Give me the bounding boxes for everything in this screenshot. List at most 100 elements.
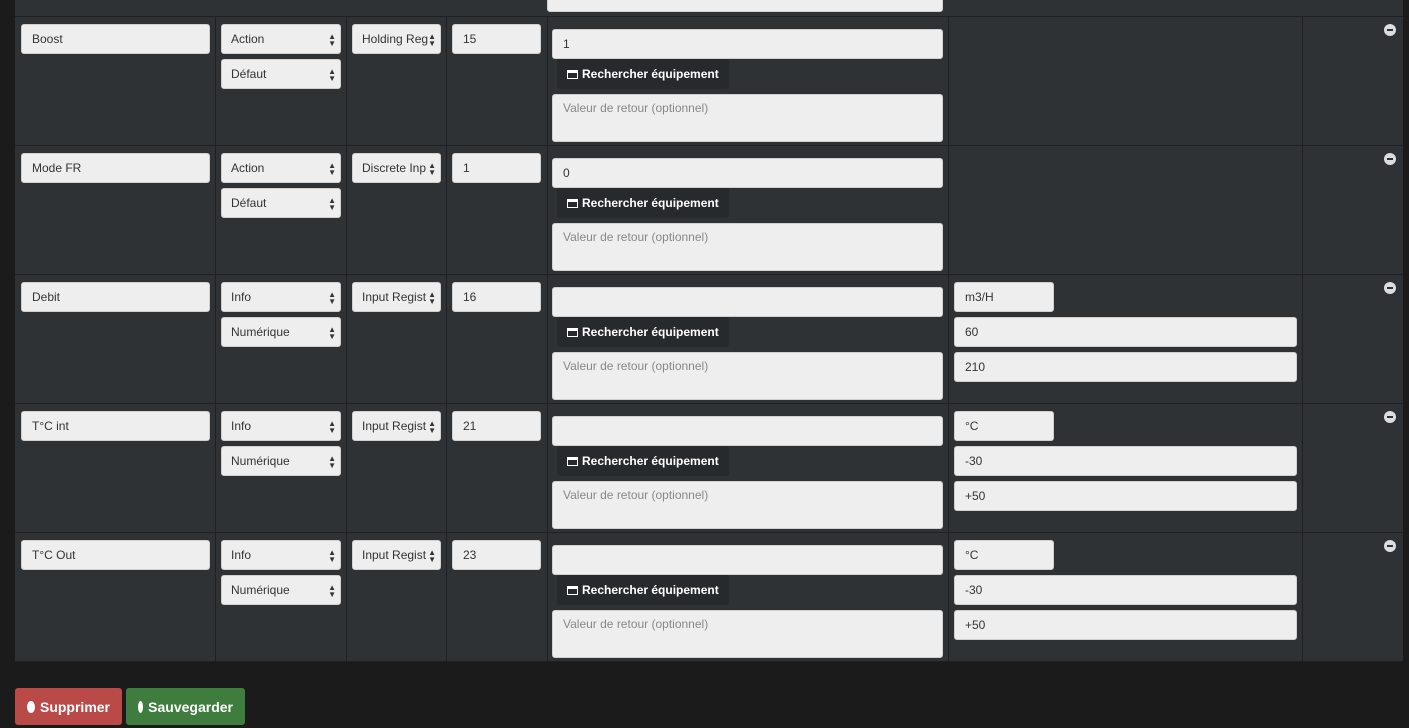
type-select-value: Action: [231, 161, 265, 175]
delete-label: Supprimer: [39, 698, 110, 715]
address-value: 16: [463, 290, 477, 304]
min-input[interactable]: 60: [954, 317, 1297, 347]
search-equipment-label: Rechercher équipement: [582, 67, 719, 81]
remove-row-icon[interactable]: [1384, 24, 1396, 36]
search-equipment-button[interactable]: Rechercher équipement: [557, 446, 729, 476]
register-select[interactable]: Discrete Inp ▲ ▼: [352, 153, 441, 183]
return-value-textarea[interactable]: Valeur de retour (optionnel): [552, 481, 943, 529]
return-value-textarea[interactable]: Valeur de retour (optionnel): [552, 223, 943, 271]
column-divider: [547, 17, 548, 145]
value-input[interactable]: [552, 287, 943, 317]
remove-row-icon[interactable]: [1384, 153, 1396, 165]
subtype-select[interactable]: Numérique ▲ ▼: [221, 575, 341, 605]
select-arrows-icon: ▲ ▼: [328, 161, 336, 177]
register-select[interactable]: Holding Reg ▲ ▼: [352, 24, 441, 54]
value-input[interactable]: [552, 416, 943, 446]
return-value-placeholder: Valeur de retour (optionnel): [563, 101, 709, 115]
type-select[interactable]: Action ▲ ▼: [221, 153, 341, 183]
subtype-select[interactable]: Défaut ▲ ▼: [221, 59, 341, 89]
unit-input[interactable]: m3/H: [954, 282, 1054, 312]
name-input[interactable]: T°C int: [21, 411, 210, 441]
select-arrows-icon: ▲ ▼: [428, 161, 436, 177]
column-divider: [346, 146, 347, 274]
name-value: T°C int: [32, 419, 69, 433]
return-value-textarea[interactable]: Valeur de retour (optionnel): [552, 352, 943, 400]
min-input[interactable]: -30: [954, 446, 1297, 476]
address-input[interactable]: 15: [452, 24, 541, 54]
max-input[interactable]: 210: [954, 352, 1297, 382]
value-input[interactable]: 1: [552, 29, 943, 59]
search-equipment-button[interactable]: Rechercher équipement: [557, 188, 729, 218]
min-input[interactable]: -30: [954, 575, 1297, 605]
address-input[interactable]: 21: [452, 411, 541, 441]
max-input[interactable]: +50: [954, 610, 1297, 640]
select-arrows-icon: ▲ ▼: [328, 454, 336, 470]
search-equipment-button[interactable]: Rechercher équipement: [557, 59, 729, 89]
select-arrows-icon: ▲ ▼: [328, 583, 336, 599]
type-select[interactable]: Info ▲ ▼: [221, 282, 341, 312]
unit-input[interactable]: °C: [954, 411, 1054, 441]
remove-row-icon[interactable]: [1384, 411, 1396, 423]
select-arrows-icon: ▲ ▼: [328, 548, 336, 564]
select-arrows-icon: ▲ ▼: [428, 32, 436, 48]
table-row-partial: [15, 0, 1403, 17]
register-select-value: Holding Reg: [362, 32, 429, 46]
column-divider: [446, 146, 447, 274]
subtype-select-value: Numérique: [231, 454, 290, 468]
name-input[interactable]: Boost: [21, 24, 210, 54]
remove-row-icon[interactable]: [1384, 540, 1396, 552]
unit-input[interactable]: °C: [954, 540, 1054, 570]
select-arrows-icon: ▲ ▼: [328, 290, 336, 306]
type-select[interactable]: Info ▲ ▼: [221, 411, 341, 441]
column-divider: [1302, 533, 1303, 661]
register-select-value: Input Regist: [362, 290, 427, 304]
value-text: 0: [563, 166, 570, 180]
list-icon: [567, 198, 578, 208]
value-input[interactable]: [552, 545, 943, 575]
value-input[interactable]: 0: [552, 158, 943, 188]
save-button[interactable]: Sauvegarder: [126, 688, 245, 725]
subtype-select[interactable]: Défaut ▲ ▼: [221, 188, 341, 218]
column-divider: [547, 275, 548, 403]
max-value: +50: [965, 618, 986, 632]
type-select[interactable]: Action ▲ ▼: [221, 24, 341, 54]
subtype-select[interactable]: Numérique ▲ ▼: [221, 446, 341, 476]
check-circle-icon: [138, 700, 144, 713]
register-select[interactable]: Input Regist ▲ ▼: [352, 540, 441, 570]
min-value: 60: [965, 325, 979, 339]
name-input[interactable]: Debit: [21, 282, 210, 312]
select-arrows-icon: ▲ ▼: [328, 419, 336, 435]
name-input[interactable]: Mode FR: [21, 153, 210, 183]
search-equipment-button[interactable]: Rechercher équipement: [557, 317, 729, 347]
return-value-textarea[interactable]: [547, 0, 943, 12]
remove-row-icon[interactable]: [1384, 282, 1396, 294]
column-divider: [215, 404, 216, 532]
search-equipment-label: Rechercher équipement: [582, 196, 719, 210]
register-select[interactable]: Input Regist ▲ ▼: [352, 411, 441, 441]
address-input[interactable]: 1: [452, 153, 541, 183]
delete-button[interactable]: Supprimer: [15, 688, 122, 725]
max-input[interactable]: +50: [954, 481, 1297, 511]
register-select-value: Input Regist: [362, 548, 427, 562]
list-icon: [567, 69, 578, 79]
column-divider: [346, 404, 347, 532]
max-value: 210: [965, 360, 986, 374]
address-input[interactable]: 23: [452, 540, 541, 570]
subtype-select[interactable]: Numérique ▲ ▼: [221, 317, 341, 347]
subtype-select-value: Numérique: [231, 325, 290, 339]
column-divider: [215, 17, 216, 145]
name-input[interactable]: T°C Out: [21, 540, 210, 570]
type-select-value: Info: [231, 548, 252, 562]
return-value-textarea[interactable]: Valeur de retour (optionnel): [552, 94, 943, 142]
register-select[interactable]: Input Regist ▲ ▼: [352, 282, 441, 312]
type-select[interactable]: Info ▲ ▼: [221, 540, 341, 570]
address-value: 15: [463, 32, 477, 46]
return-value-textarea[interactable]: Valeur de retour (optionnel): [552, 610, 943, 658]
type-select-value: Info: [231, 419, 252, 433]
select-arrows-icon: ▲ ▼: [428, 419, 436, 435]
column-divider: [948, 146, 949, 274]
search-equipment-button[interactable]: Rechercher équipement: [557, 575, 729, 605]
address-input[interactable]: 16: [452, 282, 541, 312]
search-equipment-label: Rechercher équipement: [582, 583, 719, 597]
column-divider: [1302, 275, 1303, 403]
